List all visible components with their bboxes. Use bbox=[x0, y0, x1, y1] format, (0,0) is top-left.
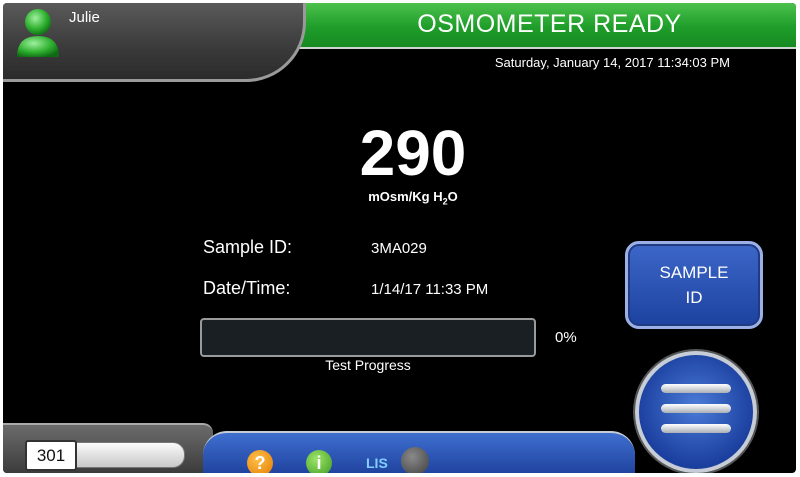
current-datetime: Saturday, January 14, 2017 11:34:03 PM bbox=[494, 55, 730, 70]
user-panel[interactable]: Julie bbox=[3, 3, 306, 82]
lis-status-indicator-icon bbox=[401, 447, 429, 473]
screen: OSMOMETER READY Julie Saturday, January … bbox=[3, 3, 796, 473]
lis-label: LIS bbox=[366, 455, 388, 471]
sample-id-label: Sample ID: bbox=[203, 237, 293, 257]
sample-id-value: 3MA029 bbox=[371, 240, 427, 257]
datetime-value: 1/14/17 11:33 PM bbox=[371, 281, 489, 298]
menu-button[interactable] bbox=[635, 351, 757, 473]
user-avatar-icon bbox=[17, 9, 59, 57]
progress-percent: 0% bbox=[555, 329, 577, 346]
progress-label: Test Progress bbox=[325, 357, 411, 373]
sample-id-button-line1: SAMPLE bbox=[659, 263, 729, 282]
sample-id-button[interactable]: SAMPLE ID bbox=[625, 241, 763, 329]
user-name: Julie bbox=[69, 9, 100, 26]
menu-icon bbox=[661, 384, 731, 393]
sample-id-button-label: SAMPLE ID bbox=[660, 260, 729, 310]
help-icon[interactable]: ? bbox=[247, 450, 273, 473]
unit-prefix: mOsm/Kg H bbox=[368, 189, 443, 204]
menu-icon-line bbox=[661, 424, 731, 433]
info-icon[interactable]: i bbox=[306, 450, 332, 473]
test-progress-bar bbox=[200, 318, 536, 357]
test-counter: 301 bbox=[25, 440, 77, 471]
sample-id-button-line2: ID bbox=[685, 288, 703, 307]
menu-icon-line bbox=[661, 404, 731, 413]
reading-unit: mOsm/Kg H2O bbox=[313, 189, 513, 207]
unit-suffix: O bbox=[447, 189, 458, 204]
status-title: OSMOMETER READY bbox=[417, 10, 682, 38]
datetime-label: Date/Time: bbox=[203, 278, 291, 298]
osmolality-reading: 290 bbox=[359, 117, 467, 189]
